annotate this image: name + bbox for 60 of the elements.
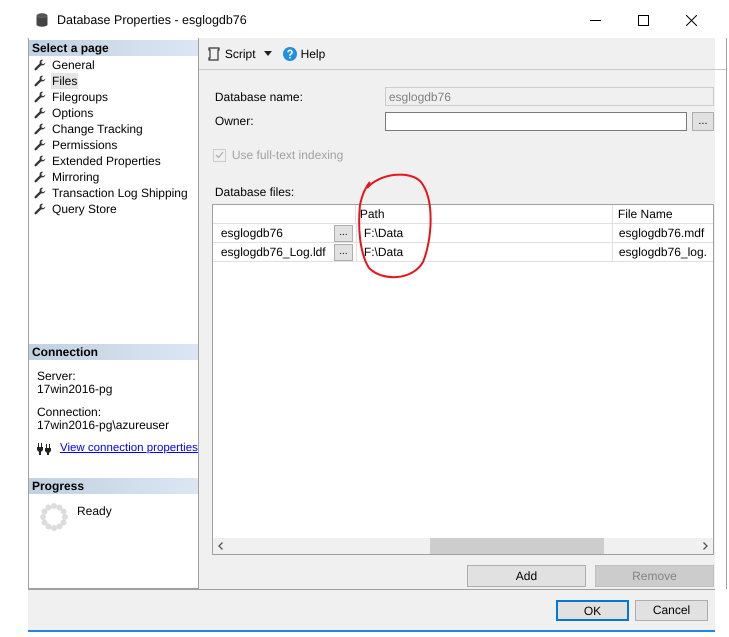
plug-icon [37,442,52,454]
connection-value: 17win2016-pg\azureuser [37,419,170,432]
sidebar-item[interactable]: Options [51,105,94,121]
progress-spinner-icon [39,502,69,532]
column-header[interactable]: Path [356,205,613,223]
scrollbar-thumb[interactable] [430,538,604,554]
owner-field[interactable] [384,112,687,130]
wrench-icon [34,187,46,199]
wrench-icon [34,75,46,87]
database-name-label: Database name: [214,88,304,106]
server-value: 17win2016-pg [37,383,114,396]
table-cell: F:\Data [356,224,613,242]
section-header: Progress [29,478,198,494]
sidebar-item[interactable]: General [51,57,96,73]
script-icon [206,46,221,60]
help-icon [282,46,297,60]
help-button[interactable]: Help [282,44,326,62]
sidebar-item[interactable]: Extended Properties [51,153,162,169]
sidebar-item[interactable]: Permissions [51,137,118,153]
section-header: Connection [29,344,198,360]
table-cell-text: esglogdb76_log. [618,244,708,261]
server-label: Server: [37,370,77,383]
browse-button[interactable]: ... [334,224,353,242]
dropdown-caret-icon[interactable] [264,51,272,56]
owner-label: Owner: [214,113,255,130]
wrench-icon [34,123,46,135]
wrench-icon [34,139,46,151]
table-cell-text: esglogdb76.mdf [618,225,706,242]
sidebar-item[interactable]: Filegroups [51,89,110,105]
grid-action-button[interactable]: Add [466,565,586,587]
table-cell: F:\Data [356,243,613,261]
database-icon [36,13,48,27]
database-files-label: Database files: [214,184,296,201]
sidebar-item[interactable]: Query Store [51,201,118,217]
sidebar-item[interactable]: Transaction Log Shipping [51,185,189,201]
fulltext-label: Use full-text indexing [232,147,344,164]
dialog-button[interactable]: OK [556,600,629,620]
wrench-icon [34,91,46,103]
sidebar-item[interactable]: Change Tracking [51,121,144,137]
sidebar-item[interactable]: Files [51,73,78,89]
wrench-icon [34,203,46,215]
browse-button[interactable]: ... [334,244,353,260]
wrench-icon [34,59,46,71]
view-connection-link[interactable]: View connection properties [60,442,198,455]
table-cell-text: esglogdb76_Log.ldf [220,244,327,261]
column-header[interactable]: File Name [612,205,713,223]
sidebar-item[interactable]: Mirroring [51,169,100,185]
maximize-icon [638,14,648,26]
table-cell-text: esglogdb76 [220,225,284,242]
browse-button[interactable]: ... [692,112,714,130]
window-title: Database Properties - esglogdb76 [57,12,247,29]
wrench-icon [34,155,46,167]
connection-label: Connection: [37,406,102,419]
close-icon [686,14,696,26]
section-header: Select a page [29,40,198,56]
progress-status: Ready [77,503,112,520]
script-button[interactable]: Script [206,44,256,62]
wrench-icon [34,171,46,183]
dialog-button[interactable]: Cancel [635,600,708,620]
wrench-icon [34,107,46,119]
